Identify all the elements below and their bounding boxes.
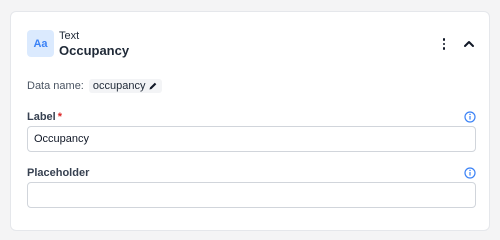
data-name-tag: occupancy bbox=[88, 79, 163, 93]
placeholder-field-label: Placeholder bbox=[27, 167, 90, 179]
text-type-icon: Aa bbox=[27, 30, 54, 57]
kebab-menu-icon[interactable] bbox=[437, 36, 451, 52]
info-icon[interactable] bbox=[464, 111, 476, 123]
label-field-label: Label * bbox=[27, 111, 62, 123]
field-title: Occupancy bbox=[59, 43, 130, 58]
placeholder-input[interactable] bbox=[27, 182, 476, 208]
label-input[interactable] bbox=[27, 126, 476, 152]
type-icon-text: Aa bbox=[33, 37, 48, 50]
data-name-row: Data name: occupancy bbox=[27, 79, 163, 93]
label-field-text: Label bbox=[27, 111, 56, 123]
chevron-up-icon[interactable] bbox=[461, 36, 477, 52]
data-name-label: Data name: bbox=[27, 80, 84, 92]
field-type-label: Text bbox=[59, 30, 80, 42]
required-asterisk: * bbox=[57, 111, 63, 123]
data-name-value: occupancy bbox=[92, 80, 146, 92]
info-icon[interactable] bbox=[464, 167, 476, 179]
pencil-icon[interactable] bbox=[148, 81, 158, 91]
field-card: Aa Text Occupancy Data name: occupancy L… bbox=[10, 11, 490, 231]
